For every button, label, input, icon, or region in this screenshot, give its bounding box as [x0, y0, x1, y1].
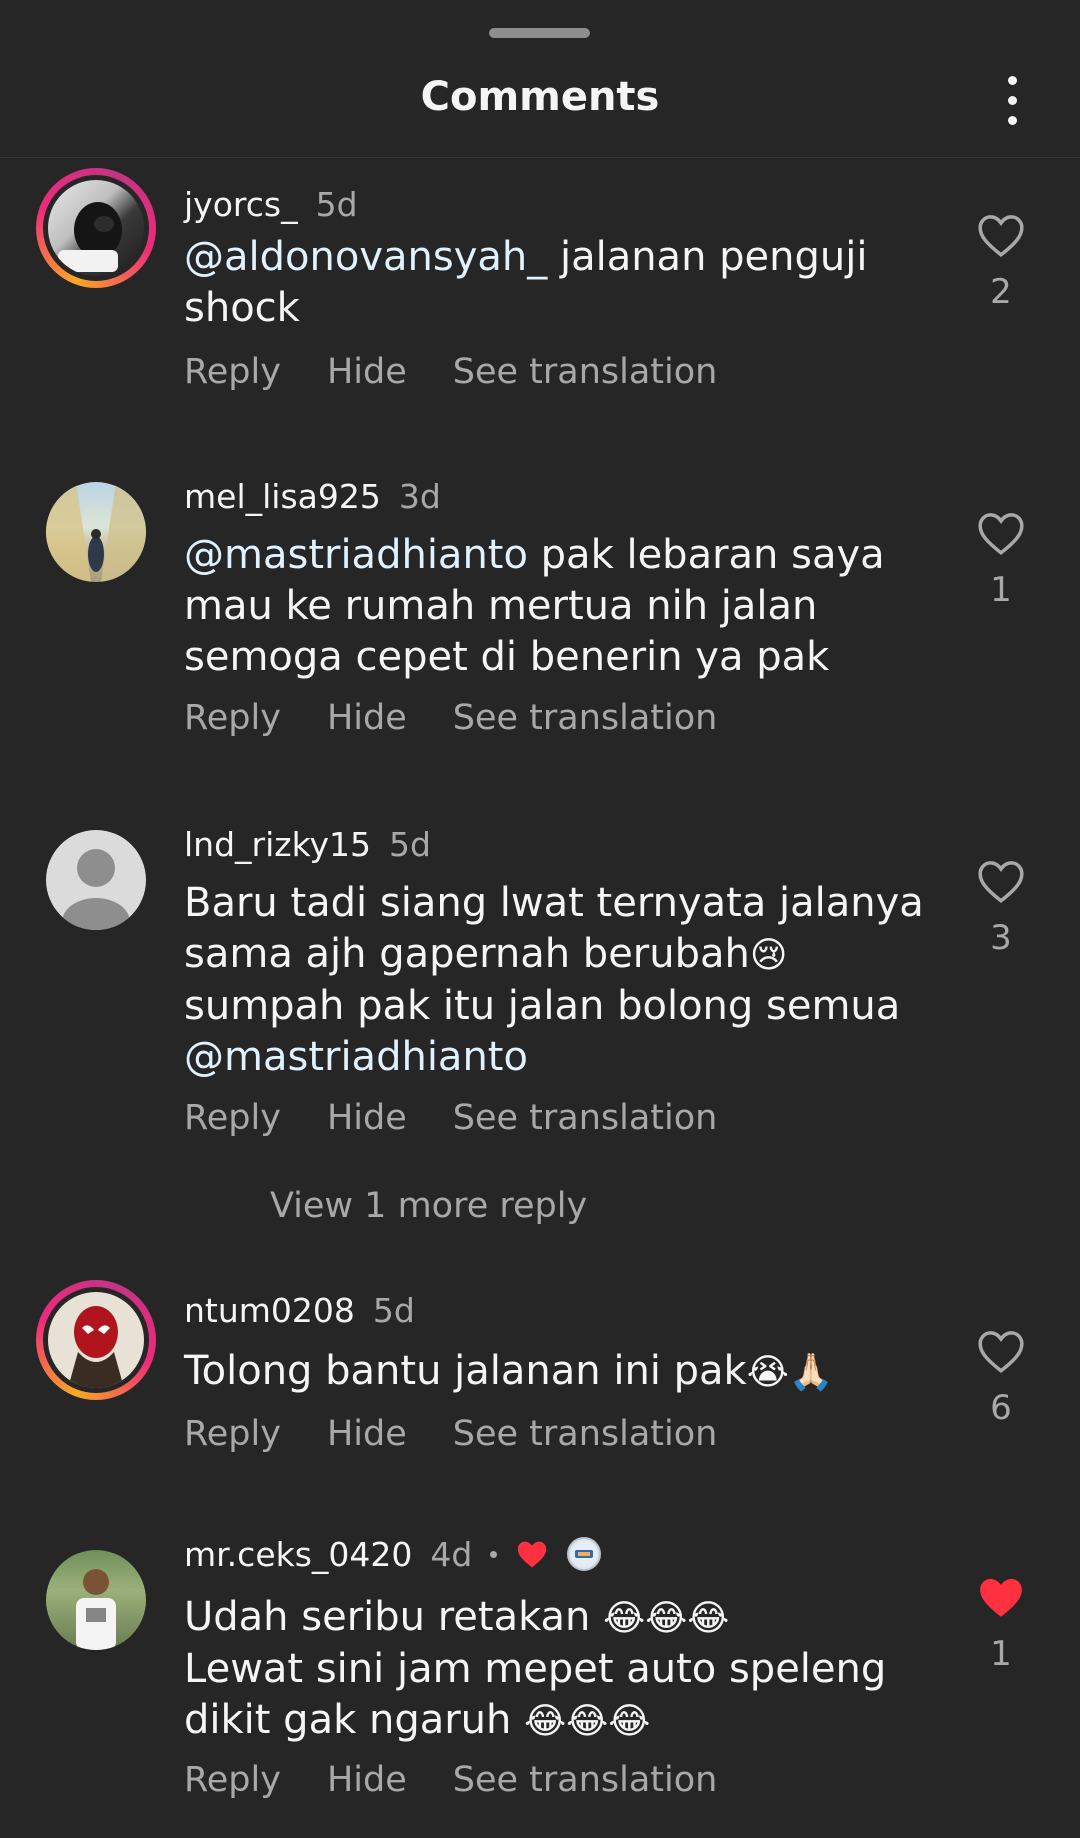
comment-actions: Reply Hide See translation [184, 1414, 717, 1454]
hide-button[interactable]: Hide [327, 352, 407, 392]
avatar[interactable] [36, 1540, 156, 1660]
like-count: 1 [990, 570, 1012, 610]
like-control[interactable]: 2 [968, 212, 1034, 312]
comment-text: Tolong bantu jalanan ini pak😭🙏🏻 [184, 1346, 924, 1398]
comment-text-line: shock [184, 285, 300, 331]
default-avatar-icon [62, 849, 130, 930]
comment-time: 3d [398, 476, 441, 516]
comment-text-line: pak lebaran saya [527, 532, 885, 578]
hide-button[interactable]: Hide [327, 1098, 407, 1138]
comment-actions: Reply Hide See translation [184, 352, 717, 392]
avatar-photo [58, 202, 122, 272]
see-translation-button[interactable]: See translation [453, 1760, 718, 1800]
comments-sheet: Comments jyorcs_ 5d @aldonovansyah_ jala… [0, 0, 1080, 1838]
author-avatar-badge [567, 1537, 602, 1571]
avatar[interactable] [36, 168, 156, 288]
author-logo-icon [571, 1541, 598, 1567]
reply-button[interactable]: Reply [184, 1414, 281, 1454]
avatar[interactable] [36, 472, 156, 592]
avatar-photo [76, 1569, 116, 1650]
comment-text-line: Tolong bantu jalanan ini pak [184, 1348, 747, 1394]
like-count: 1 [990, 1634, 1012, 1674]
see-translation-button[interactable]: See translation [453, 698, 718, 738]
more-options-button[interactable] [984, 72, 1040, 128]
heart-icon[interactable] [976, 1328, 1026, 1374]
liked-by-author-heart-icon [518, 1541, 547, 1568]
comment-text: Baru tadi siang lwat ternyata jalanya sa… [184, 878, 924, 1083]
header-divider [0, 157, 1080, 158]
comment-text-line: mau ke rumah mertua nih jalan [184, 583, 818, 629]
like-count: 3 [990, 918, 1012, 958]
hide-button[interactable]: Hide [327, 1414, 407, 1454]
hide-button[interactable]: Hide [327, 698, 407, 738]
heart-icon[interactable] [976, 510, 1026, 556]
comment-text-line: Lewat sini jam mepet auto speleng [184, 1646, 887, 1692]
like-control[interactable]: 1 [968, 1574, 1034, 1674]
avatar[interactable] [36, 820, 156, 940]
crying-emoji: 😢 [749, 935, 788, 976]
comment-text-line: dikit gak ngaruh [184, 1697, 525, 1743]
comment-username[interactable]: mel_lisa925 [184, 477, 381, 516]
comment-username[interactable]: jyorcs_ [184, 185, 298, 224]
comment-actions: Reply Hide See translation [184, 1760, 717, 1800]
comment-username[interactable]: lnd_rizky15 [184, 825, 371, 864]
comment-actions: Reply Hide See translation [184, 1098, 717, 1138]
mention-link[interactable]: @mastriadhianto [184, 1034, 528, 1080]
more-vertical-icon [1007, 75, 1017, 85]
view-more-replies-button[interactable]: View 1 more reply [270, 1186, 587, 1226]
comment-text-line: sama ajh gapernah berubah [184, 931, 750, 977]
comment-text-line: jalanan penguji [547, 234, 868, 280]
reply-button[interactable]: Reply [184, 1760, 281, 1800]
heart-filled-icon[interactable] [976, 1574, 1026, 1620]
mention-link[interactable]: @mastriadhianto [184, 532, 528, 578]
comment-actions: Reply Hide See translation [184, 698, 717, 738]
drag-handle[interactable] [489, 28, 590, 38]
comment-time: 5d [315, 184, 358, 224]
page-title: Comments [420, 74, 660, 120]
mention-link[interactable]: @aldonovansyah_ [184, 234, 547, 280]
like-control[interactable]: 6 [968, 1328, 1034, 1428]
more-vertical-icon-dot [1007, 95, 1017, 105]
heart-icon[interactable] [976, 212, 1026, 258]
reply-button[interactable]: Reply [184, 352, 281, 392]
like-count: 6 [990, 1388, 1012, 1428]
comment-text-line: Udah seribu retakan [184, 1594, 604, 1640]
see-translation-button[interactable]: See translation [453, 1098, 718, 1138]
comment-time: 5d [372, 1290, 415, 1330]
comment-text-line: Baru tadi siang lwat ternyata jalanya [184, 880, 924, 926]
hide-button[interactable]: Hide [327, 1760, 407, 1800]
comment-time: 4d [430, 1534, 473, 1574]
see-translation-button[interactable]: See translation [453, 1414, 718, 1454]
avatar[interactable] [36, 1280, 156, 1400]
heart-icon[interactable] [976, 858, 1026, 904]
reply-button[interactable]: Reply [184, 698, 281, 738]
reply-button[interactable]: Reply [184, 1098, 281, 1138]
see-translation-button[interactable]: See translation [453, 352, 718, 392]
comment-text: @mastriadhianto pak lebaran saya mau ke … [184, 530, 924, 683]
laughing-emoji: 😂😂😂 [603, 1598, 730, 1639]
comment-username[interactable]: mr.ceks_0420 [184, 1535, 412, 1574]
comment-text: Udah seribu retakan 😂😂😂 Lewat sini jam m… [184, 1592, 924, 1747]
comment-time: 5d [389, 824, 431, 864]
crying-praying-emoji: 😭🙏🏻 [746, 1352, 834, 1393]
avatar-photo [68, 1306, 124, 1388]
avatar-photo [46, 482, 146, 582]
more-vertical-icon-dot [1007, 115, 1017, 125]
separator-dot [490, 1550, 498, 1558]
like-count: 2 [990, 272, 1012, 312]
comment-text-line: sumpah pak itu jalan bolong semua [184, 983, 901, 1029]
like-control[interactable]: 3 [968, 858, 1034, 958]
comment-text: @aldonovansyah_ jalanan penguji shock [184, 232, 924, 334]
comment-text-line: semoga cepet di benerin ya pak [184, 634, 830, 680]
laughing-emoji: 😂😂😂 [524, 1701, 651, 1742]
like-control[interactable]: 1 [968, 510, 1034, 610]
comment-username[interactable]: ntum0208 [184, 1291, 355, 1330]
